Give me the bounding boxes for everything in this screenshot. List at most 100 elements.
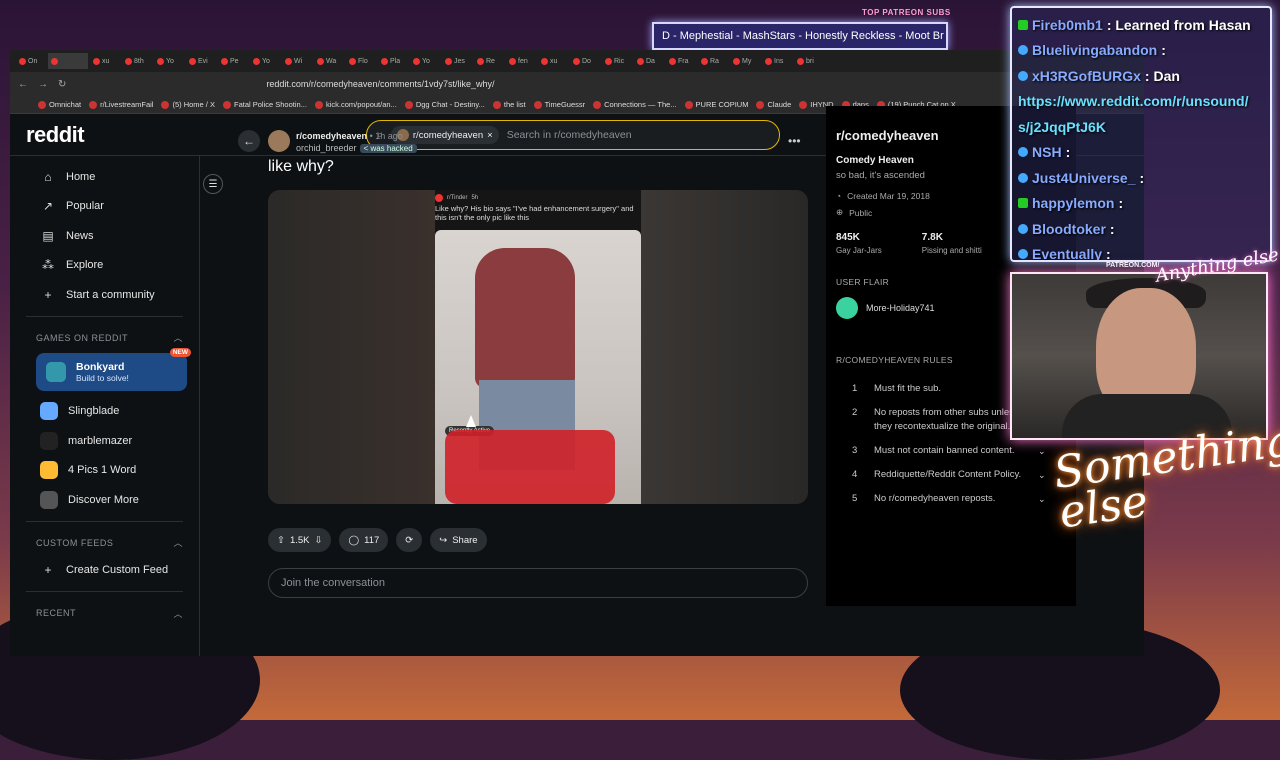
browser-tab[interactable]: Ra bbox=[698, 53, 728, 69]
back-arrow-icon[interactable]: ← bbox=[238, 130, 260, 152]
featured-game-bonkyard[interactable]: Bonkyard Build to solve! NEW bbox=[36, 347, 191, 391]
browser-tab[interactable]: Do bbox=[570, 53, 600, 69]
browser-tab[interactable]: bri bbox=[794, 53, 824, 69]
browser-tab[interactable]: 8th bbox=[122, 53, 152, 69]
bookmark-item[interactable]: the list bbox=[492, 100, 526, 109]
comments-button[interactable]: ◯ 117 bbox=[339, 528, 389, 552]
bookmark-item[interactable]: Connections — The... bbox=[593, 100, 677, 109]
menu-icon[interactable]: ☰ bbox=[203, 174, 223, 194]
games-section-header[interactable]: GAMES ON REDDIT ︿ bbox=[10, 325, 199, 351]
post-author[interactable]: orchid_breeder bbox=[296, 143, 357, 153]
rule-item[interactable]: 5 No r/comedyheaven reposts. ⌄ bbox=[836, 487, 1066, 511]
browser-tab[interactable] bbox=[48, 53, 88, 69]
left-sidebar: ⌂ Home ↗ Popular ▤ News ⁂ Explore + Start a commu… bbox=[10, 156, 200, 656]
url-text[interactable]: reddit.com/r/comedyheaven/comments/1vdy7… bbox=[266, 79, 494, 89]
bookmark-icon bbox=[38, 100, 46, 109]
search-bar[interactable]: ⌕ r/comedyheaven × Search in r/comedyhea… bbox=[366, 120, 780, 150]
bookmark-item[interactable]: Omnichat bbox=[38, 100, 81, 109]
bookmark-label: PURE COPIUM bbox=[695, 100, 749, 109]
browser-tab[interactable]: Flo bbox=[346, 53, 376, 69]
browser-tab[interactable]: Yo bbox=[410, 53, 440, 69]
game-item[interactable]: 4 Pics 1 Word bbox=[10, 456, 199, 486]
bookmark-item[interactable]: Fatal Police Shootin... bbox=[222, 100, 307, 109]
new-badge: NEW bbox=[169, 347, 191, 357]
browser-tab[interactable]: Ins bbox=[762, 53, 792, 69]
browser-tab[interactable]: fen bbox=[506, 53, 536, 69]
subreddit-avatar[interactable] bbox=[268, 130, 290, 152]
bookmark-item[interactable]: r/LivestreamFail bbox=[89, 100, 153, 109]
browser-tab[interactable]: Re bbox=[474, 53, 504, 69]
author-flair: < was hacked bbox=[359, 144, 417, 153]
bookmark-item[interactable]: Claude bbox=[756, 100, 791, 109]
browser-tab[interactable]: Pe bbox=[218, 53, 248, 69]
chat-username: Fireb0mb1 bbox=[1032, 16, 1103, 33]
game-item[interactable]: Discover More bbox=[10, 485, 199, 515]
upvote-icon[interactable]: ⇧ bbox=[277, 535, 285, 546]
browser-tab[interactable]: xu bbox=[90, 53, 120, 69]
browser-tab[interactable]: On bbox=[16, 53, 46, 69]
browser-tab[interactable]: Jes bbox=[442, 53, 472, 69]
browser-tab[interactable]: Evi bbox=[186, 53, 216, 69]
bookmark-item[interactable]: kick.com/popout/an... bbox=[314, 100, 397, 109]
downvote-icon[interactable]: ⇩ bbox=[315, 535, 323, 546]
close-icon[interactable]: × bbox=[487, 130, 493, 141]
game-item[interactable]: marblemazer bbox=[10, 426, 199, 456]
featured-game-subtitle: Build to solve! bbox=[76, 372, 129, 383]
chat-username: xH3RGofBURGx bbox=[1032, 67, 1141, 84]
sidebar-item-news[interactable]: ▤ News bbox=[10, 221, 199, 251]
crosspost-button[interactable]: ⟳ bbox=[396, 528, 423, 552]
post-media[interactable]: r/Tinder 5h Like why? His bio says "I've… bbox=[268, 190, 808, 504]
bookmark-item[interactable]: Dgg Chat - Destiny... bbox=[404, 100, 485, 109]
comment-input[interactable]: Join the conversation bbox=[268, 568, 808, 598]
bookmark-item[interactable]: PURE COPIUM bbox=[684, 100, 749, 109]
tab-favicon-icon bbox=[349, 57, 356, 65]
post-subreddit[interactable]: r/comedyheaven bbox=[296, 131, 367, 141]
chat-message: xH3RGofBURGx: Dan bbox=[1018, 63, 1264, 89]
sidebar-item-start-a-community[interactable]: + Start a community bbox=[10, 280, 199, 310]
browser-tab[interactable]: Pla bbox=[378, 53, 408, 69]
game-icon bbox=[46, 361, 66, 382]
tab-favicon-icon bbox=[477, 57, 484, 65]
browser-tab[interactable]: Wa bbox=[314, 53, 344, 69]
share-button[interactable]: ↪ Share bbox=[430, 528, 487, 552]
sidebar-item-explore[interactable]: ⁂ Explore bbox=[10, 251, 199, 281]
rule-number: 2 bbox=[852, 407, 858, 418]
bookmark-item[interactable]: TimeGuessr bbox=[533, 100, 585, 109]
sidebar-item-popular[interactable]: ↗ Popular bbox=[10, 192, 199, 222]
create-custom-feed[interactable]: + Create Custom Feed bbox=[10, 556, 199, 586]
more-options-icon[interactable]: ••• bbox=[788, 134, 801, 148]
explore-icon: ⁂ bbox=[42, 258, 54, 273]
search-input[interactable]: Search in r/comedyheaven bbox=[507, 129, 632, 141]
recent-header[interactable]: RECENT ︿ bbox=[10, 600, 199, 626]
reddit-logo[interactable]: reddit bbox=[26, 122, 85, 148]
browser-tab[interactable]: Yo bbox=[154, 53, 184, 69]
tab-favicon-icon bbox=[509, 57, 516, 65]
custom-feeds-header[interactable]: CUSTOM FEEDS ︿ bbox=[10, 530, 199, 556]
patreon-marquee: D - Mephestial - MashStars - Honestly Re… bbox=[652, 22, 948, 50]
browser-tab[interactable]: My bbox=[730, 53, 760, 69]
bookmark-icon bbox=[533, 100, 542, 109]
chat-message: happylemon: bbox=[1018, 191, 1264, 217]
controller-icon bbox=[40, 490, 58, 509]
reload-icon[interactable]: ↻ bbox=[58, 79, 66, 90]
back-nav-icon[interactable]: ← bbox=[18, 79, 28, 90]
browser-tab[interactable]: Yo bbox=[250, 53, 280, 69]
chevron-up-icon: ︿ bbox=[173, 333, 183, 343]
game-item[interactable]: Slingblade bbox=[10, 397, 199, 427]
browser-tab[interactable]: Da bbox=[634, 53, 664, 69]
rule-number: 4 bbox=[852, 469, 858, 480]
browser-tab[interactable]: Wi bbox=[282, 53, 312, 69]
rule-item[interactable]: 3 Must not contain banned content. ⌄ bbox=[836, 439, 1066, 463]
rule-item[interactable]: 4 Reddiquette/Reddit Content Policy. ⌄ bbox=[836, 463, 1066, 487]
bookmark-item[interactable]: (5) Home / X bbox=[161, 100, 215, 109]
members-label: Gay Jar-Jars bbox=[836, 246, 882, 255]
browser-tab[interactable]: Ric bbox=[602, 53, 632, 69]
browser-tab[interactable]: Fra bbox=[666, 53, 696, 69]
chat-badge-icon bbox=[1018, 172, 1028, 183]
sidebar-item-home[interactable]: ⌂ Home bbox=[10, 162, 199, 192]
chat-text: : Learned from Hasan bbox=[1106, 16, 1251, 33]
forward-nav-icon[interactable]: → bbox=[38, 79, 48, 90]
browser-tab[interactable]: xu bbox=[538, 53, 568, 69]
comment-icon: ◯ bbox=[348, 534, 360, 546]
chat-username: happylemon bbox=[1032, 195, 1115, 212]
